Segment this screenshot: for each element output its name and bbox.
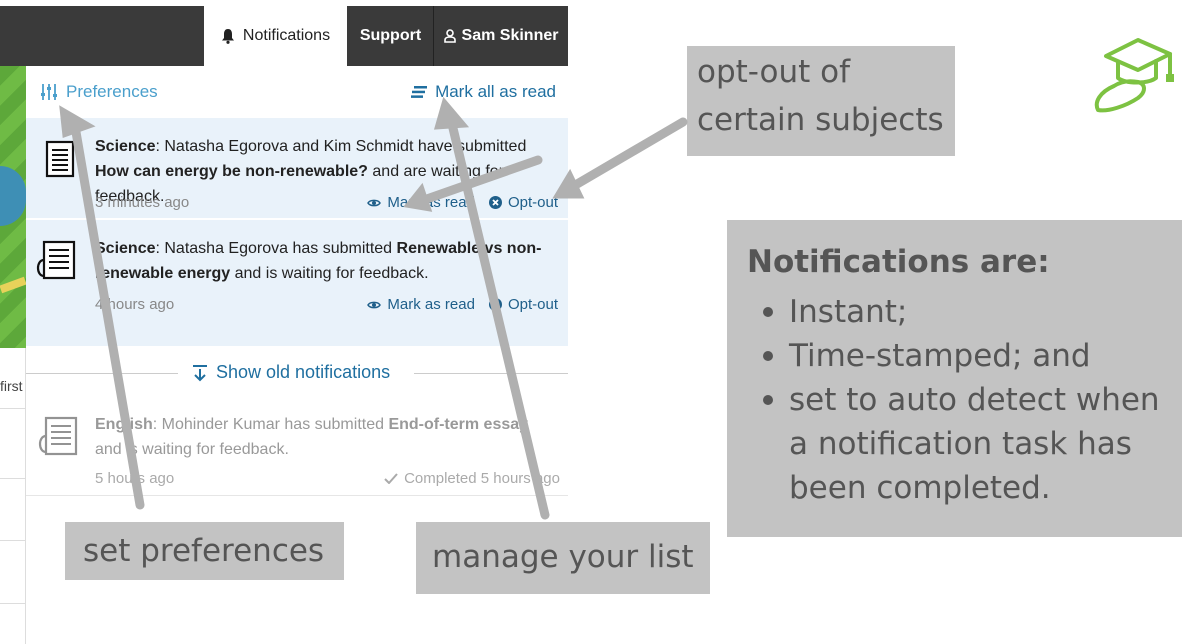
callout-info-item: Time-stamped; and bbox=[747, 334, 1162, 378]
preferences-link[interactable]: Preferences bbox=[40, 82, 158, 102]
arrow-to-opt-out bbox=[567, 117, 688, 192]
user-icon bbox=[443, 29, 456, 43]
user-menu[interactable]: Sam Skinner bbox=[434, 6, 568, 66]
document-icon bbox=[38, 416, 78, 456]
document-icon bbox=[36, 240, 76, 280]
callout-info-item: set to auto detect when a notification t… bbox=[747, 378, 1162, 510]
notification-title: How can energy be non-renewable? bbox=[95, 163, 368, 180]
mark-as-read-label: Mark as read bbox=[387, 194, 475, 211]
bell-icon bbox=[221, 29, 234, 44]
callout-opt-out-line2: certain subjects bbox=[697, 102, 944, 138]
notification-subject: Science bbox=[95, 240, 156, 257]
divider bbox=[0, 603, 26, 604]
sliders-icon bbox=[41, 84, 57, 100]
tab-notifications[interactable]: Notifications bbox=[204, 6, 347, 66]
background-decoration bbox=[0, 276, 27, 294]
notification-timestamp: 3 minutes ago bbox=[95, 194, 190, 211]
callout-opt-out-line1: opt-out of bbox=[697, 54, 851, 90]
notification-actions: Mark as read Opt-out bbox=[367, 194, 558, 211]
completed-label: Completed 5 hours ago bbox=[404, 470, 560, 487]
divider bbox=[414, 373, 568, 374]
notification-timestamp: 5 hours ago bbox=[95, 470, 175, 487]
mark-as-read-button[interactable]: Mark as read bbox=[367, 296, 475, 313]
show-old-notifications-button[interactable]: Show old notifications bbox=[192, 362, 390, 383]
completed-status: Completed 5 hours ago bbox=[384, 470, 560, 487]
notification-timestamp: 4 hours ago bbox=[95, 296, 175, 313]
notification-subject: English bbox=[95, 416, 153, 433]
callout-opt-out: opt-out of certain subjects bbox=[687, 46, 955, 156]
callout-manage-list: manage your list bbox=[416, 522, 710, 594]
notification-body: : Natasha Egorova has submitted bbox=[155, 240, 397, 257]
callout-set-preferences-text: set preferences bbox=[83, 533, 325, 569]
background-image-strip bbox=[0, 66, 27, 348]
notification-item[interactable]: Science: Natasha Egorova has submitted R… bbox=[26, 220, 568, 346]
top-navigation-bar: Notifications Support Sam Skinner bbox=[0, 6, 568, 66]
notification-item[interactable]: Science: Natasha Egorova and Kim Schmidt… bbox=[26, 118, 568, 218]
list-icon bbox=[411, 86, 428, 98]
mark-all-label: Mark all as read bbox=[435, 82, 556, 101]
divider bbox=[26, 373, 178, 374]
opt-out-label: Opt-out bbox=[507, 296, 558, 313]
divider bbox=[0, 478, 26, 479]
notifications-dropdown: Preferences Mark all as read Science: Na… bbox=[26, 66, 568, 496]
opt-out-button[interactable]: Opt-out bbox=[488, 194, 558, 211]
show-old-notifications-row: Show old notifications bbox=[26, 358, 568, 388]
circle-x-icon bbox=[488, 196, 502, 209]
callout-set-preferences: set preferences bbox=[65, 522, 344, 580]
notification-body: : Natasha Egorova and Kim Schmidt have s… bbox=[155, 138, 527, 155]
tab-support[interactable]: Support bbox=[348, 6, 433, 66]
callout-info-title: Notifications are: bbox=[747, 244, 1050, 280]
callout-manage-list-text: manage your list bbox=[432, 539, 694, 575]
callout-notifications-info: Notifications are: Instant; Time-stamped… bbox=[727, 220, 1182, 537]
notification-body: : Mohinder Kumar has submitted bbox=[152, 416, 389, 433]
notification-title: End-of-term essay bbox=[388, 416, 529, 433]
eye-icon bbox=[367, 301, 382, 308]
eye-icon bbox=[367, 199, 382, 206]
circle-x-icon bbox=[488, 298, 502, 311]
tab-support-label: Support bbox=[359, 27, 422, 44]
notification-actions: Mark as read Opt-out bbox=[367, 296, 558, 313]
background-text-fragment: first bbox=[0, 378, 23, 394]
document-icon bbox=[45, 140, 75, 178]
opt-out-label: Opt-out bbox=[507, 194, 558, 211]
opt-out-button[interactable]: Opt-out bbox=[488, 296, 558, 313]
divider bbox=[0, 408, 26, 409]
mark-all-as-read-link[interactable]: Mark all as read bbox=[411, 82, 556, 102]
preferences-label: Preferences bbox=[66, 82, 158, 101]
background-decoration bbox=[0, 166, 26, 226]
download-arrow-icon bbox=[193, 364, 207, 381]
notification-text: Science: Natasha Egorova has submitted R… bbox=[95, 236, 557, 286]
divider bbox=[0, 540, 26, 541]
panel-header: Preferences Mark all as read bbox=[26, 66, 568, 116]
notification-subject: Science bbox=[95, 138, 156, 155]
callout-info-item: Instant; bbox=[747, 290, 1162, 334]
checkmark-icon bbox=[384, 473, 398, 484]
graduation-cap-icon bbox=[1094, 38, 1174, 113]
notification-item-read[interactable]: English: Mohinder Kumar has submitted En… bbox=[26, 400, 568, 496]
callout-info-list: Instant; Time-stamped; and set to auto d… bbox=[747, 290, 1162, 510]
mark-as-read-button[interactable]: Mark as read bbox=[367, 194, 475, 211]
notification-body-end: and is waiting for feedback. bbox=[230, 265, 429, 282]
show-old-label: Show old notifications bbox=[216, 362, 391, 382]
tab-notifications-label: Notifications bbox=[242, 27, 331, 44]
mark-as-read-label: Mark as read bbox=[387, 296, 475, 313]
user-name: Sam Skinner bbox=[461, 27, 559, 44]
notification-body-end: and is waiting for feedback. bbox=[95, 441, 289, 458]
background-page: first bbox=[0, 348, 26, 644]
notification-text: English: Mohinder Kumar has submitted En… bbox=[95, 412, 557, 462]
